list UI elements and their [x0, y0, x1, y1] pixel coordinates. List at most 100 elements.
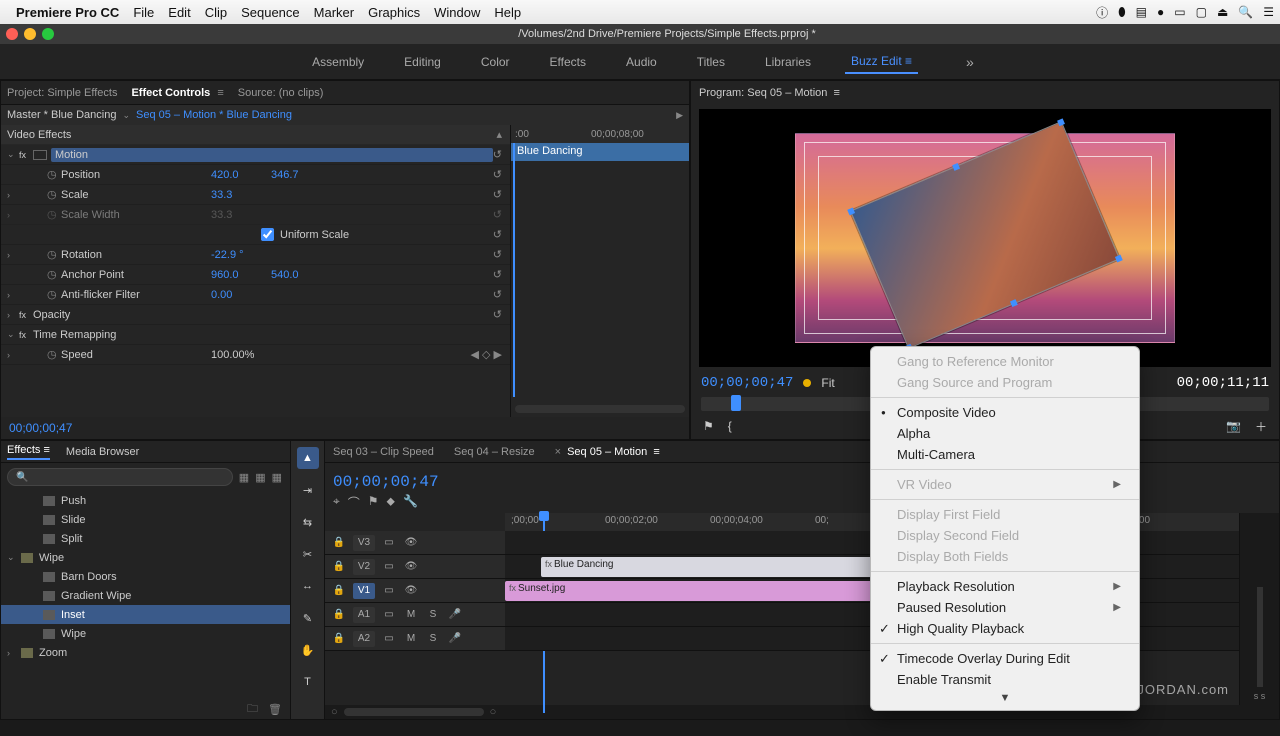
cc-icon[interactable]: ▤ [1136, 5, 1147, 19]
reset-icon[interactable]: ↺ [493, 248, 502, 261]
tab-media-browser[interactable]: Media Browser [66, 446, 139, 458]
status-icon[interactable]: ⓘ [1096, 4, 1108, 21]
close-window-button[interactable] [6, 28, 18, 40]
workspace-overflow-button[interactable]: » [966, 54, 974, 70]
panel-menu-icon[interactable]: ≡ [834, 87, 840, 99]
type-tool[interactable]: T [297, 671, 319, 693]
program-timecode-left[interactable]: 00;00;00;47 [701, 375, 793, 391]
selection-tool[interactable]: ▲ [297, 447, 319, 469]
position-x[interactable]: 420.0 [211, 169, 271, 181]
minimize-window-button[interactable] [24, 28, 36, 40]
program-playhead[interactable] [731, 395, 741, 411]
app-menu[interactable]: Premiere Pro CC [16, 5, 119, 20]
fx-badge-icon[interactable]: ▦ [272, 471, 282, 484]
ctx-paused-res[interactable]: Paused Resolution▶ [871, 597, 1139, 618]
ws-assembly[interactable]: Assembly [306, 51, 370, 73]
ctx-composite-video[interactable]: ●Composite Video [871, 402, 1139, 423]
ripple-edit-tool[interactable]: ⇆ [297, 511, 319, 533]
effect-item-push[interactable]: Push [1, 491, 290, 510]
transform-handle[interactable] [1010, 299, 1018, 307]
reset-icon[interactable]: ↺ [493, 208, 502, 221]
reset-icon[interactable]: ↺ [493, 268, 502, 281]
panel-menu-icon[interactable]: ≡ [44, 444, 50, 456]
tab-project[interactable]: Project: Simple Effects [7, 87, 117, 99]
ws-audio[interactable]: Audio [620, 51, 663, 73]
effect-folder-wipe[interactable]: ⌄Wipe [1, 548, 290, 567]
new-bin-icon[interactable]: 🗀 [247, 700, 258, 719]
add-marker-toggle[interactable]: ⚑ [368, 494, 379, 511]
record-icon[interactable]: ● [1157, 5, 1164, 19]
eject-icon[interactable]: ⏏ [1217, 5, 1228, 19]
anchor-y[interactable]: 540.0 [271, 269, 331, 281]
reset-icon[interactable]: ↺ [493, 288, 502, 301]
antiflicker-value[interactable]: 0.00 [211, 289, 271, 301]
mark-in-button[interactable]: { [728, 419, 732, 433]
collapse-icon[interactable]: ▴ [496, 128, 502, 141]
menu-marker[interactable]: Marker [314, 5, 354, 20]
zoom-window-button[interactable] [42, 28, 54, 40]
add-marker-button[interactable]: ⚑ [703, 419, 714, 433]
ec-zoom-scroll[interactable] [515, 405, 685, 413]
panel-menu-icon[interactable]: ≡ [653, 446, 659, 458]
razor-tool[interactable]: ✂ [297, 543, 319, 565]
track-header-v2[interactable]: 🔒V2▭👁 [325, 555, 505, 579]
reset-icon[interactable]: ↺ [493, 168, 502, 181]
ctx-alpha[interactable]: Alpha [871, 423, 1139, 444]
mask-icon[interactable] [33, 150, 47, 160]
ws-color[interactable]: Color [475, 51, 516, 73]
track-header-a1[interactable]: 🔒A1▭MS🎤 [325, 603, 505, 627]
scale-value[interactable]: 33.3 [211, 189, 271, 201]
fx-badge-icon[interactable]: ▦ [239, 471, 249, 484]
tab-source[interactable]: Source: (no clips) [238, 87, 324, 99]
ctx-multicamera[interactable]: Multi-Camera [871, 444, 1139, 465]
menu-graphics[interactable]: Graphics [368, 5, 420, 20]
chevron-down-icon[interactable]: ⌄ [122, 110, 130, 121]
effects-search-input[interactable]: 🔍 [7, 468, 233, 486]
uniform-scale-checkbox[interactable] [261, 228, 274, 241]
timeline-tab[interactable]: Seq 04 – Resize [454, 446, 535, 458]
mic-icon[interactable]: 🎤 [447, 633, 463, 644]
timeline-tab[interactable]: Seq 03 – Clip Speed [333, 446, 434, 458]
fx-badge-icon[interactable]: ▦ [255, 471, 265, 484]
airplay-icon[interactable]: ▢ [1196, 5, 1207, 19]
ctx-enable-transmit[interactable]: Enable Transmit [871, 669, 1139, 690]
opacity-effect-row[interactable]: ›fx Opacity ↺ [1, 305, 510, 325]
effect-item-inset[interactable]: Inset [1, 605, 290, 624]
position-y[interactable]: 346.7 [271, 169, 331, 181]
effect-item-barn-doors[interactable]: Barn Doors [1, 567, 290, 586]
transform-handle[interactable] [1115, 255, 1123, 263]
sequence-clip-link[interactable]: Seq 05 – Motion * Blue Dancing [136, 109, 292, 121]
menu-edit[interactable]: Edit [168, 5, 190, 20]
slip-tool[interactable]: ↔ [297, 575, 319, 597]
wrench-icon[interactable]: 🔧 [403, 494, 418, 511]
ctx-scroll-down[interactable]: ▼ [871, 690, 1139, 706]
effect-item-split[interactable]: Split [1, 529, 290, 548]
ec-playhead[interactable] [513, 143, 515, 397]
menu-file[interactable]: File [133, 5, 154, 20]
rotation-value[interactable]: -22.9 ° [211, 249, 271, 261]
track-header-v1[interactable]: 🔒V1▭👁 [325, 579, 505, 603]
menu-extra-icon[interactable]: ☰ [1263, 5, 1274, 19]
effect-item-wipe[interactable]: Wipe [1, 624, 290, 643]
hamburger-icon[interactable]: ≡ [905, 54, 912, 68]
program-viewport[interactable] [699, 109, 1271, 367]
menu-sequence[interactable]: Sequence [241, 5, 300, 20]
motion-effect-row[interactable]: ⌄fx Motion ↺ [1, 145, 510, 165]
ws-buzz-edit[interactable]: Buzz Edit ≡ [845, 50, 918, 74]
close-tab-icon[interactable]: × [555, 446, 561, 458]
reset-icon[interactable]: ↺ [493, 188, 502, 201]
ctx-high-quality[interactable]: ✓High Quality Playback [871, 618, 1139, 639]
snapshot-button[interactable]: 📷 [1226, 419, 1241, 433]
menu-window[interactable]: Window [434, 5, 480, 20]
reset-icon[interactable]: ↺ [493, 308, 502, 321]
button-editor[interactable]: ＋ [1255, 418, 1267, 435]
spotlight-icon[interactable]: 🔍 [1238, 5, 1253, 19]
ec-timecode[interactable]: 00;00;00;47 [1, 417, 689, 439]
screen-icon[interactable]: ▭ [1174, 5, 1185, 19]
transform-handle[interactable] [847, 207, 855, 215]
panel-menu-icon[interactable]: ≡ [217, 87, 223, 99]
stopwatch-icon[interactable]: ◷ [47, 168, 61, 181]
tab-effect-controls[interactable]: Effect Controls ≡ [131, 87, 223, 99]
track-select-tool[interactable]: ⇥ [297, 479, 319, 501]
track-header-a2[interactable]: 🔒A2▭MS🎤 [325, 627, 505, 651]
